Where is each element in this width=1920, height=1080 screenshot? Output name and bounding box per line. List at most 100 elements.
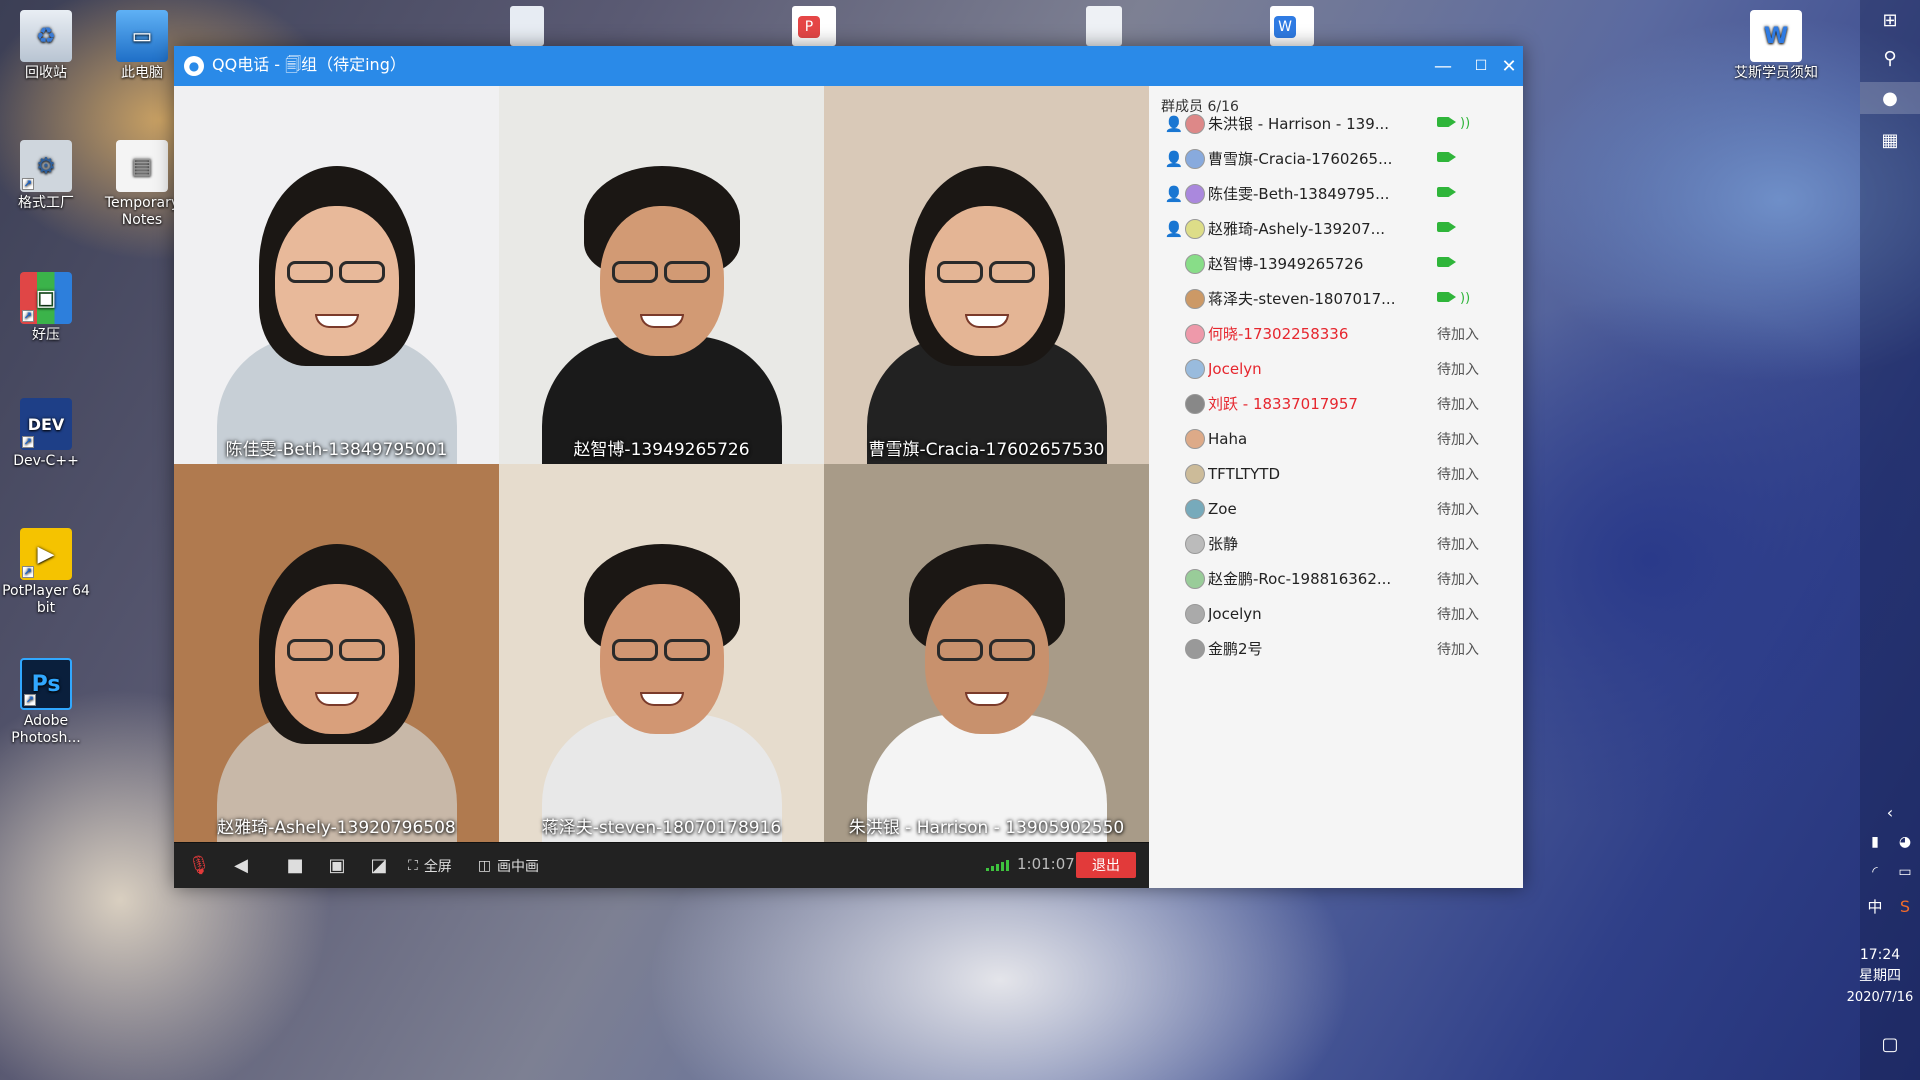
video-camera-icon: [1437, 186, 1456, 201]
desktop-icon-label: 格式工厂: [18, 195, 74, 211]
clock-date[interactable]: 2020/7/16: [1840, 988, 1920, 1008]
host-person-icon: 👤: [1164, 114, 1184, 133]
host-person-icon: 👤: [1164, 184, 1184, 203]
audio-wave-icon: )): [1460, 116, 1471, 131]
chevron-left-icon[interactable]: ‹: [1874, 796, 1906, 828]
window-titlebar[interactable]: ● QQ电话 - 🗐组（待定ing） — ☐ ✕: [174, 46, 1523, 86]
member-name: 赵金鹏-Roc-198816362...: [1208, 570, 1392, 588]
desktop-icon-potplayer[interactable]: ▶ ↗ PotPlayer 64 bit: [0, 528, 92, 617]
battery-icon[interactable]: ▭: [1890, 856, 1920, 888]
fullscreen-icon: ⛶: [408, 857, 418, 874]
desktop-icon-word-doc[interactable]: W 艾斯学员须知: [1730, 10, 1822, 82]
member-row[interactable]: 👤 朱洪银 - Harrison - 139...)): [1163, 106, 1508, 141]
avatar: [1185, 638, 1205, 659]
desktop-icon-partial[interactable]: W: [1270, 6, 1314, 46]
microphone-muted-icon[interactable]: 🎙: [182, 843, 216, 888]
notification-center-icon[interactable]: ▢: [1874, 1028, 1906, 1060]
member-name: Zoe: [1208, 499, 1237, 518]
screen-share-icon[interactable]: ▣: [320, 843, 354, 888]
camera-icon[interactable]: ■: [278, 843, 312, 888]
microphone-icon[interactable]: ▮: [1860, 826, 1890, 858]
audio-wave-icon: )): [1460, 291, 1471, 306]
minimize-button[interactable]: —: [1424, 46, 1462, 86]
member-name: 朱洪银 - Harrison - 139...: [1208, 115, 1390, 133]
search-icon[interactable]: ⚲: [1874, 42, 1906, 74]
taskbar: ⊞ ⚲ ● ▦ ‹ ▮ ◕ ◜ ▭ 中 S 17:24 星期四 2020/7/1…: [1847, 0, 1920, 1080]
clock-time[interactable]: 17:24: [1840, 945, 1920, 965]
video-speaking-icon: )): [1437, 291, 1470, 306]
member-row[interactable]: 刘跃 - 18337017957 待加入: [1163, 386, 1508, 421]
desktop-icon-recycle-bin[interactable]: ♻ 回收站: [0, 10, 92, 82]
video-tile[interactable]: 赵智博-13949265726: [499, 86, 824, 464]
potplayer-icon: ▶ ↗: [20, 528, 72, 580]
avatar: [1185, 533, 1205, 554]
picture-in-picture-button[interactable]: ◫ 画中画: [478, 843, 539, 888]
desktop-icon-partial[interactable]: [510, 6, 544, 46]
photo-app-icon[interactable]: ▦: [1874, 124, 1906, 156]
member-row[interactable]: Jocelyn 待加入: [1163, 351, 1508, 386]
member-row[interactable]: 蒋泽夫-steven-1807017...)): [1163, 281, 1508, 316]
pending-status: 待加入: [1437, 501, 1479, 518]
participant-name: 陈佳雯-Beth-13849795001: [225, 440, 448, 460]
member-row[interactable]: 👤 陈佳雯-Beth-13849795...: [1163, 176, 1508, 211]
member-row[interactable]: 赵金鹏-Roc-198816362... 待加入: [1163, 561, 1508, 596]
member-row[interactable]: Zoe 待加入: [1163, 491, 1508, 526]
video-tile[interactable]: 陈佳雯-Beth-13849795001: [174, 86, 499, 464]
member-row[interactable]: 何晓-17302258336 待加入: [1163, 316, 1508, 351]
desktop-icon-partial[interactable]: [1086, 6, 1122, 46]
participant-glasses: [611, 261, 658, 283]
whiteboard-icon[interactable]: ◪: [362, 843, 396, 888]
member-row[interactable]: Jocelyn 待加入: [1163, 596, 1508, 631]
video-tile[interactable]: 曹雪旗-Cracia-17602657530: [824, 86, 1149, 464]
member-row[interactable]: 张静 待加入: [1163, 526, 1508, 561]
desktop-icon-format-factory[interactable]: ⚙ ↗ 格式工厂: [0, 140, 92, 212]
member-row[interactable]: Haha 待加入: [1163, 421, 1508, 456]
pending-status: 待加入: [1437, 431, 1479, 448]
avatar: [1185, 253, 1205, 274]
desktop-icon-label: 好压: [32, 327, 60, 343]
avatar: [1185, 218, 1205, 239]
desktop-icon-partial[interactable]: P: [792, 6, 836, 46]
speaker-icon[interactable]: ◀: [224, 843, 258, 888]
start-windows-icon[interactable]: ⊞: [1874, 4, 1906, 36]
participant-name: 赵智博-13949265726: [573, 440, 750, 460]
participant-glasses: [338, 261, 385, 283]
qq-app-icon[interactable]: ●: [1860, 82, 1920, 114]
clock-weekday[interactable]: 星期四: [1840, 966, 1920, 986]
member-row[interactable]: TFTLTYTD 待加入: [1163, 456, 1508, 491]
desktop-icon-dev-cpp[interactable]: DEV ↗ Dev-C++: [0, 398, 92, 470]
avatar: [1185, 498, 1205, 519]
pending-status: 待加入: [1437, 361, 1479, 378]
participant-smile: [964, 314, 1009, 328]
avatar: [1185, 288, 1205, 309]
exit-button[interactable]: 退出: [1076, 852, 1136, 878]
member-row[interactable]: 金鹏2号 待加入: [1163, 631, 1508, 666]
desktop-icon-label: 回收站: [25, 65, 67, 81]
participant-glasses: [988, 261, 1035, 283]
video-tile[interactable]: 朱洪银 - Harrison - 13905902550: [824, 464, 1149, 842]
dev-cpp-icon: DEV ↗: [20, 398, 72, 450]
wifi-icon[interactable]: ◜: [1860, 856, 1890, 888]
member-row[interactable]: 赵智博-13949265726: [1163, 246, 1508, 281]
qq-tray-icon[interactable]: ◕: [1890, 826, 1920, 858]
member-row[interactable]: 👤 赵雅琦-Ashely-139207...: [1163, 211, 1508, 246]
member-row[interactable]: 👤 曹雪旗-Cracia-1760265...: [1163, 141, 1508, 176]
desktop-icon-haozip[interactable]: ▣ ↗ 好压: [0, 272, 92, 344]
video-tile[interactable]: 赵雅琦-Ashely-13920796508: [174, 464, 499, 842]
document-icon: ▤: [116, 140, 168, 192]
desktop-icon-photoshop[interactable]: Ps ↗ Adobe Photosh...: [0, 658, 92, 747]
member-panel: 群成员 6/16 👤 朱洪银 - Harrison - 139...)) 👤 曹雪旗-…: [1149, 86, 1523, 888]
participant-glasses: [936, 639, 983, 661]
member-name: Jocelyn: [1208, 604, 1262, 623]
qq-logo-icon: ●: [184, 56, 204, 76]
participant-name: 曹雪旗-Cracia-17602657530: [868, 440, 1105, 460]
ime-indicator[interactable]: 中: [1860, 890, 1890, 922]
sogou-input-icon[interactable]: S: [1890, 890, 1920, 922]
participant-glasses: [663, 639, 710, 661]
fullscreen-button[interactable]: ⛶ 全屏: [408, 843, 452, 888]
word-document-icon: W: [1750, 10, 1802, 62]
close-button[interactable]: ✕: [1490, 46, 1528, 86]
video-camera-icon: [1437, 256, 1456, 271]
avatar: [1185, 113, 1205, 134]
video-tile[interactable]: 蒋泽夫-steven-18070178916: [499, 464, 824, 842]
